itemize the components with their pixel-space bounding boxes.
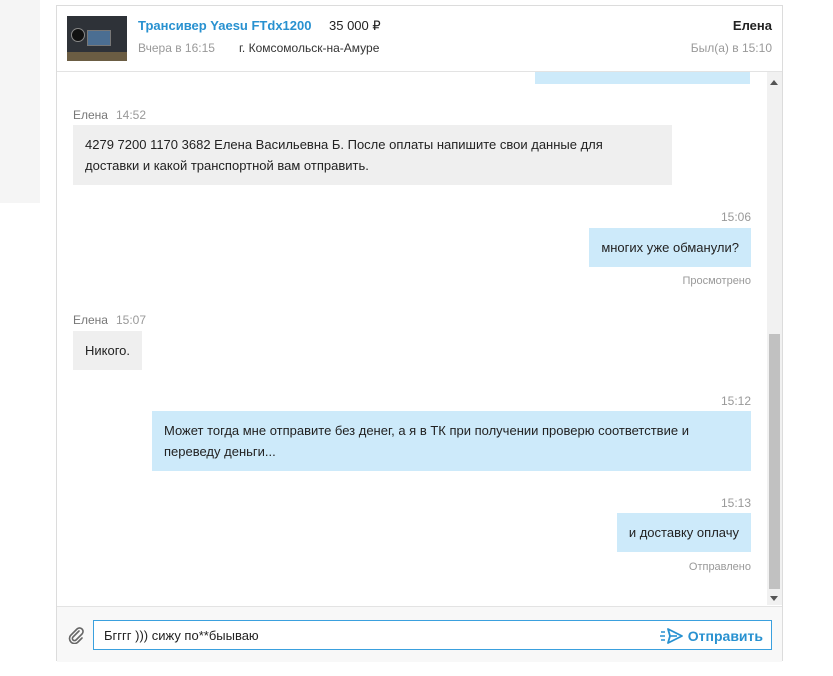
message-bubble-outgoing: Может тогда мне отправите без денег, а я… xyxy=(152,411,751,471)
listing-date: Вчера в 16:15 xyxy=(138,41,215,55)
message-time: 15:12 xyxy=(720,394,751,408)
message-author: Елена xyxy=(73,108,108,122)
send-icon xyxy=(659,628,683,644)
scroll-up-icon[interactable] xyxy=(770,80,778,85)
listing-city: г. Комсомольск-на-Амуре xyxy=(239,41,380,55)
scrollbar-thumb[interactable] xyxy=(769,334,780,589)
message-bubble-incoming: 4279 7200 1170 3682 Елена Васильевна Б. … xyxy=(73,125,672,185)
message-status: Просмотрено xyxy=(682,275,751,287)
listing-thumbnail[interactable] xyxy=(67,16,127,61)
message-bubble-outgoing: многих уже обманули? xyxy=(589,228,751,267)
composer: Бгггг ))) сижу по**быываю Отправить xyxy=(57,606,782,662)
message-draft[interactable]: Бгггг ))) сижу по**быываю xyxy=(104,628,259,643)
scroll-down-icon[interactable] xyxy=(770,596,778,601)
message-time: 15:06 xyxy=(720,210,751,224)
message-meta: Елена 14:52 xyxy=(73,108,146,122)
paperclip-icon[interactable] xyxy=(67,626,85,645)
contact-last-seen: Был(а) в 15:10 xyxy=(690,41,772,55)
message-time: 15:07 xyxy=(115,313,147,327)
message-bubble-partial xyxy=(535,72,750,84)
message-bubble-incoming: Никого. xyxy=(73,331,143,370)
message-status: Отправлено xyxy=(688,561,751,573)
scrollbar[interactable] xyxy=(767,72,782,605)
message-time: 14:52 xyxy=(115,108,147,122)
chat-window: Трансивер Yaesu FTdx1200 35 000 ₽ Вчера … xyxy=(56,5,783,662)
send-button[interactable]: Отправить xyxy=(659,626,763,646)
message-author: Елена xyxy=(73,313,108,327)
listing-price: 35 000 ₽ xyxy=(329,18,381,33)
listing-title[interactable]: Трансивер Yaesu FTdx1200 xyxy=(138,18,311,33)
contact-name[interactable]: Елена xyxy=(733,18,772,33)
message-time: 15:13 xyxy=(720,496,751,510)
message-input[interactable]: Бгггг ))) сижу по**быываю Отправить xyxy=(93,620,772,650)
left-panel xyxy=(0,0,40,203)
chat-header: Трансивер Yaesu FTdx1200 35 000 ₽ Вчера … xyxy=(57,6,782,72)
message-bubble-outgoing: и доставку оплачу xyxy=(616,513,751,552)
message-list: Елена 14:52 4279 7200 1170 3682 Елена Вас… xyxy=(57,72,767,605)
send-label: Отправить xyxy=(687,628,763,644)
message-meta: Елена 15:07 xyxy=(73,313,146,327)
